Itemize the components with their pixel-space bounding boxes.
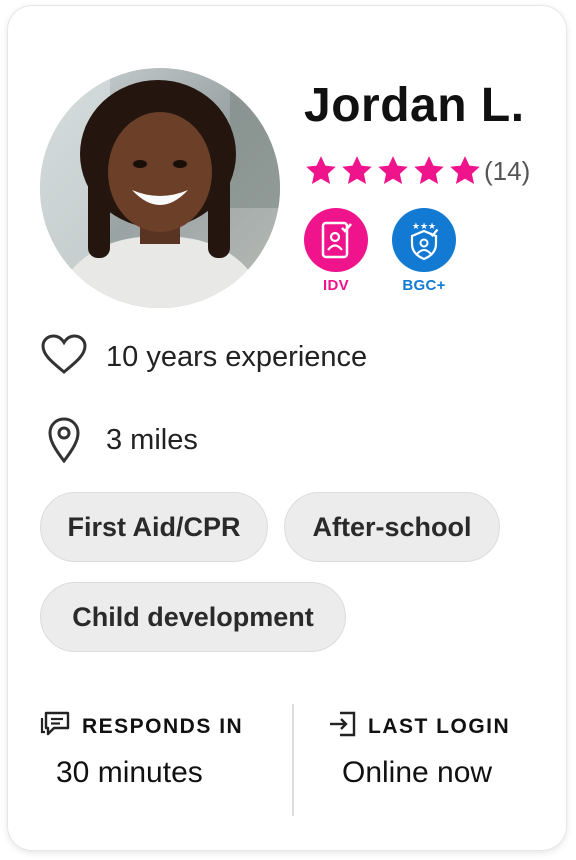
skill-chip-after-school[interactable]: After-school [284, 492, 500, 562]
responds-label: RESPONDS IN [82, 714, 244, 738]
responds-header: RESPONDS IN [40, 710, 243, 743]
profile-photo [40, 68, 280, 308]
footer-divider [292, 704, 294, 816]
chat-icon [40, 710, 72, 743]
responds-value: 30 minutes [56, 756, 203, 789]
star-icon [414, 156, 444, 185]
sign-in-icon [328, 710, 358, 743]
star-rating: (14) [304, 154, 530, 188]
heart-icon [40, 333, 88, 381]
last-login-header: LAST LOGIN [328, 710, 510, 743]
id-verified-icon [304, 208, 368, 272]
star-icon [450, 156, 480, 185]
idv-badge[interactable]: IDV [304, 208, 368, 294]
idv-label: IDV [323, 277, 349, 294]
bgc-badge[interactable]: ★★★ BGC+ [392, 208, 456, 294]
distance-text: 3 miles [106, 423, 198, 456]
background-check-icon: ★★★ [392, 208, 456, 272]
distance-row: 3 miles [40, 416, 198, 464]
stars-row [304, 154, 482, 188]
skill-chip-child-development[interactable]: Child development [40, 582, 346, 652]
caregiver-name: Jordan L. [304, 79, 525, 132]
bgc-label: BGC+ [402, 277, 446, 294]
review-count[interactable]: (14) [484, 156, 530, 187]
star-icon [342, 156, 372, 185]
location-pin-icon [40, 417, 88, 463]
caregiver-profile-card[interactable]: Jordan L. (14) IDV ★★★ BGC+ 10 years exp… [8, 6, 566, 850]
skill-chip-first-aid[interactable]: First Aid/CPR [40, 492, 268, 562]
experience-row: 10 years experience [40, 333, 368, 381]
star-icon [306, 156, 336, 185]
last-login-label: LAST LOGIN [368, 714, 511, 738]
experience-text: 10 years experience [106, 340, 368, 373]
star-icon [378, 156, 408, 185]
last-login-value: Online now [342, 756, 493, 789]
avatar [40, 68, 280, 308]
